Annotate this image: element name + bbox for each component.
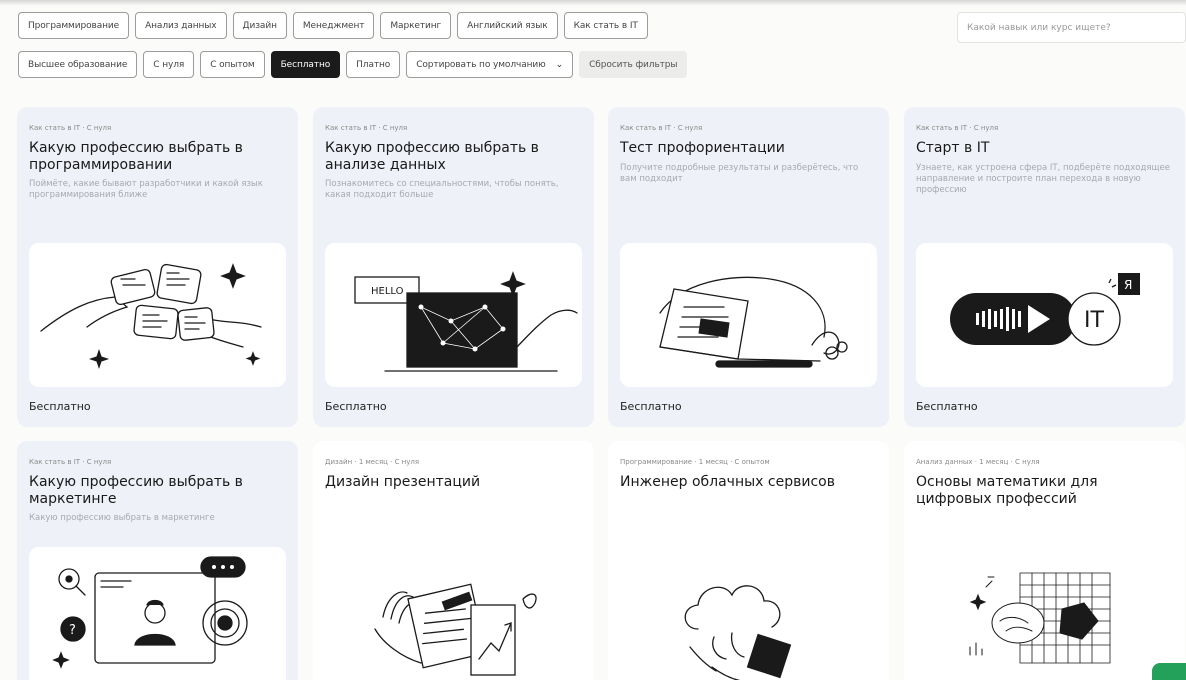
- filter-chip-higher-education[interactable]: Высшее образование: [18, 51, 138, 78]
- hands-holding-code-cards-icon: [40, 263, 262, 370]
- filter-chip-experienced[interactable]: С опытом: [200, 51, 265, 78]
- card-meta: Программирование · 1 месяц · С опытом: [620, 458, 770, 466]
- card-price: Бесплатно: [29, 400, 91, 413]
- hello-sign-text: HELLO: [371, 286, 404, 297]
- card-image: [620, 243, 877, 387]
- card-meta: Как стать в IT · С нуля: [29, 458, 112, 466]
- card-meta: Как стать в IT · С нуля: [325, 124, 408, 132]
- card-image: IT Я: [916, 243, 1173, 387]
- filter-chip-management[interactable]: Менеджмент: [292, 12, 375, 39]
- course-card[interactable]: Программирование · 1 месяц · С опытом Ин…: [608, 441, 889, 680]
- hands-presentation-slides-icon: [374, 583, 537, 676]
- card-image: [620, 547, 877, 680]
- card-title: Какую профессию выбрать в анализе данных: [325, 140, 539, 173]
- card-meta: Дизайн · 1 месяц · С нуля: [325, 458, 420, 466]
- card-description: Поймёте, какие бывают разработчики и как…: [29, 179, 263, 200]
- filter-chip-paid[interactable]: Платно: [346, 51, 401, 78]
- it-badge-text: IT: [1084, 308, 1104, 333]
- card-description: Узнаете, как устроена сфера IT, подберёт…: [916, 163, 1170, 195]
- filter-chip-programming[interactable]: Программирование: [18, 12, 130, 39]
- course-card[interactable]: Дизайн · 1 месяц · С нуля Дизайн презент…: [313, 441, 594, 680]
- filter-chip-data-analysis[interactable]: Анализ данных: [135, 12, 227, 39]
- laptop-with-plant-icon: [659, 276, 848, 368]
- corner-badge[interactable]: [1152, 663, 1186, 680]
- card-description: Какую профессию выбрать в маркетинге: [29, 513, 215, 523]
- level-filter-row: Высшее образование С нуля С опытом Беспл…: [18, 51, 688, 78]
- card-meta: Как стать в IT · С нуля: [29, 124, 112, 132]
- card-meta: Анализ данных · 1 месяц · С нуля: [916, 458, 1040, 466]
- filter-chip-english[interactable]: Английский язык: [457, 12, 558, 39]
- topic-filter-row: Программирование Анализ данных Дизайн Ме…: [18, 12, 648, 39]
- card-price: Бесплатно: [325, 400, 387, 413]
- ya-badge-text: Я: [1124, 278, 1132, 292]
- filter-chip-design[interactable]: Дизайн: [232, 12, 287, 39]
- search-input[interactable]: Какой навык или курс ищете?: [957, 12, 1186, 43]
- cloud-hand-icon: [684, 585, 792, 680]
- filter-chip-marketing[interactable]: Маркетинг: [380, 12, 452, 39]
- card-image: [916, 547, 1173, 680]
- course-card[interactable]: Как стать в IT · С нуля Старт в IT Узнае…: [904, 107, 1185, 427]
- card-price: Бесплатно: [620, 400, 682, 413]
- card-image: [325, 547, 582, 680]
- card-title: Какую профессию выбрать в маркетинге: [29, 474, 243, 507]
- card-price: Бесплатно: [916, 400, 978, 413]
- svg-text:?: ?: [69, 623, 76, 638]
- hello-laptop-network-icon: HELLO: [354, 271, 578, 372]
- card-image: [29, 243, 286, 387]
- course-card[interactable]: Как стать в IT · С нуля Какую профессию …: [313, 107, 594, 427]
- course-card[interactable]: Как стать в IT · С нуля Какую профессию …: [17, 441, 298, 680]
- card-description: Получите подробные результаты и разберёт…: [620, 163, 859, 184]
- filter-chip-become-it[interactable]: Как стать в IT: [563, 12, 648, 39]
- card-image: HELLO: [325, 243, 582, 387]
- chevron-down-icon: ⌄: [555, 59, 564, 70]
- card-meta: Как стать в IT · С нуля: [620, 124, 703, 132]
- card-title: Инженер облачных сервисов: [620, 474, 835, 490]
- card-description: Познакомитесь со специальностями, чтобы …: [325, 179, 559, 200]
- sort-select-label: Сортировать по умолчанию: [416, 59, 546, 70]
- sort-select[interactable]: Сортировать по умолчанию ⌄: [406, 51, 574, 78]
- card-title: Тест профориентации: [620, 140, 785, 156]
- course-card[interactable]: Как стать в IT · С нуля Тест профориента…: [608, 107, 889, 427]
- top-edge: [0, 0, 1186, 6]
- marketing-profile-target-icon: ?: [52, 556, 248, 669]
- filter-chip-free[interactable]: Бесплатно: [270, 51, 341, 78]
- card-title: Старт в IT: [916, 140, 990, 156]
- card-title: Основы математики для цифровых профессий: [916, 474, 1098, 507]
- card-image: ?: [29, 547, 286, 680]
- course-card[interactable]: Анализ данных · 1 месяц · С нуля Основы …: [904, 441, 1185, 680]
- card-meta: Как стать в IT · С нуля: [916, 124, 999, 132]
- reset-filters-button[interactable]: Сбросить фильтры: [579, 51, 688, 78]
- course-card[interactable]: Как стать в IT · С нуля Какую профессию …: [17, 107, 298, 427]
- card-title: Дизайн презентаций: [325, 474, 481, 490]
- card-title: Какую профессию выбрать в программирован…: [29, 140, 243, 173]
- math-grid-globe-icon: [969, 572, 1111, 664]
- play-it-badge-icon: IT Я: [950, 273, 1140, 346]
- course-catalog-page: Программирование Анализ данных Дизайн Ме…: [0, 0, 1186, 680]
- filter-chip-from-scratch[interactable]: С нуля: [143, 51, 195, 78]
